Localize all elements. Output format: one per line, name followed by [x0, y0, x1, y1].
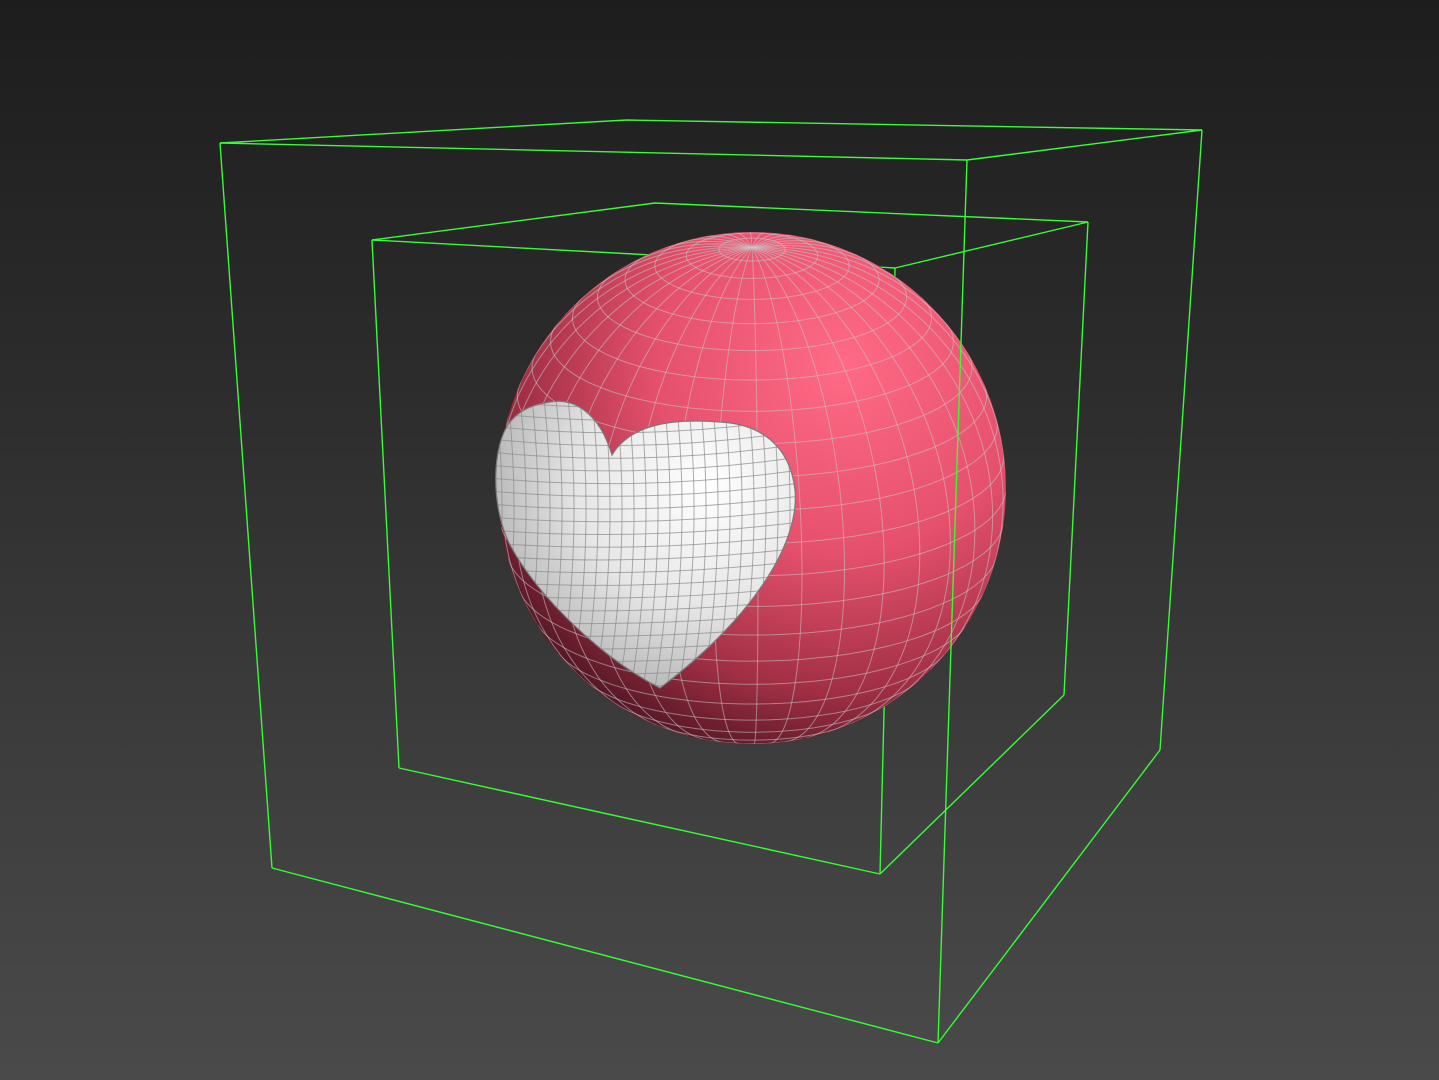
heart-wire-edge [495, 401, 503, 688]
3d-viewport[interactable] [0, 0, 1439, 1080]
viewport-scene[interactable] [0, 0, 1439, 1080]
